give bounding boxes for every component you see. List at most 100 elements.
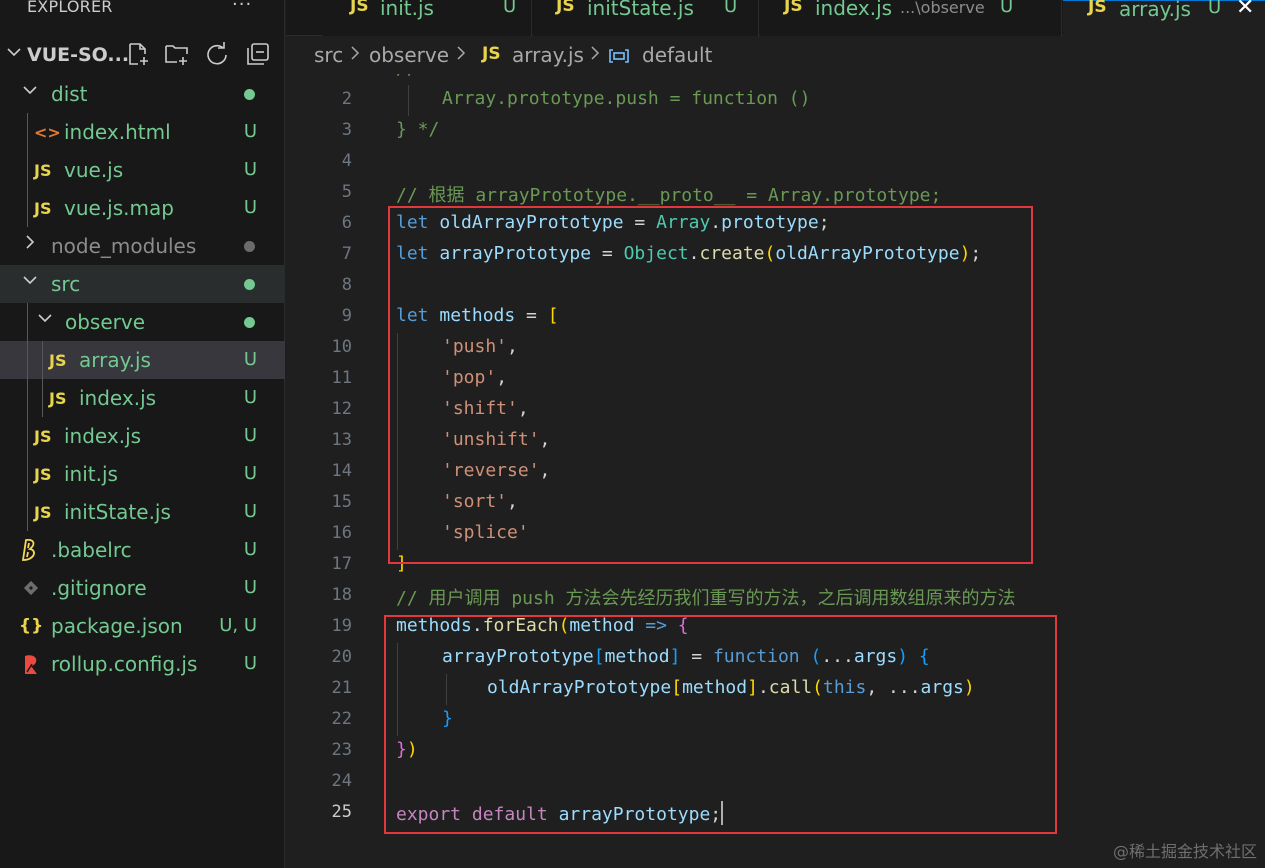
git-status-badge: U, U bbox=[219, 615, 257, 636]
git-status-badge: U bbox=[1208, 0, 1222, 18]
indent-guide bbox=[397, 426, 398, 457]
refresh-icon[interactable] bbox=[203, 40, 231, 68]
tree-item-label: dist bbox=[51, 82, 88, 106]
code-text: export default arrayPrototype; bbox=[396, 801, 724, 825]
code-line: 5 // 根据 arrayPrototype.__proto__ = Array… bbox=[286, 178, 1265, 209]
line-number: 6 bbox=[341, 213, 352, 233]
more-actions-icon[interactable]: ··· bbox=[232, 0, 252, 15]
file-vue-js[interactable]: JS vue.js U bbox=[0, 151, 285, 189]
line-number: 15 bbox=[331, 492, 352, 512]
workspace-root-label: VUE-SO... bbox=[27, 44, 130, 66]
git-status-badge: U bbox=[243, 577, 257, 598]
code-line: 22 } bbox=[286, 705, 1265, 736]
code-text: let methods = [ bbox=[396, 305, 559, 326]
code-text: // 用户调用 push 方法会先经历我们重写的方法，之后调用数组原来的方法 bbox=[396, 588, 1016, 609]
git-status-badge: U bbox=[243, 653, 257, 674]
indent-guide bbox=[27, 455, 28, 493]
git-status-badge: U bbox=[243, 197, 257, 218]
js-file-icon: JS bbox=[34, 502, 52, 522]
tab-label: index.js bbox=[815, 0, 893, 20]
chevron-right-icon bbox=[454, 41, 468, 70]
ignored-dot bbox=[244, 241, 255, 252]
workspace-root[interactable]: VUE-SO... bbox=[0, 38, 285, 72]
tree-item-label: index.js bbox=[79, 386, 157, 410]
line-number: 24 bbox=[331, 771, 352, 791]
code-line: 4 bbox=[286, 147, 1265, 178]
chevron-right-icon bbox=[22, 234, 38, 255]
code-text: oldArrayPrototype[method].call(this, ...… bbox=[487, 677, 975, 698]
tab-init-js[interactable]: JS init.js U bbox=[322, 0, 532, 36]
tree-item-label: node_modules bbox=[51, 234, 197, 258]
file-vue-js-map[interactable]: JS vue.js.map U bbox=[0, 189, 285, 227]
tree-item-label: init.js bbox=[64, 462, 118, 486]
breadcrumb-src[interactable]: src bbox=[314, 43, 343, 67]
tree-item-label: observe bbox=[65, 310, 146, 334]
code-line: 14 'reverse', bbox=[286, 457, 1265, 488]
code-line: 2 Array.prototype.push = function () bbox=[286, 85, 1265, 116]
git-status-badge: U bbox=[243, 425, 257, 446]
indent-guide bbox=[397, 395, 398, 426]
file-package-json[interactable]: {} package.json U, U bbox=[0, 607, 285, 645]
indent-guide bbox=[397, 364, 398, 395]
git-status-badge: U bbox=[724, 0, 738, 17]
tree-item-label: package.json bbox=[51, 614, 183, 638]
js-file-icon: JS bbox=[34, 426, 52, 446]
file-array-js[interactable]: JS array.js U bbox=[0, 341, 285, 379]
line-number: 4 bbox=[341, 151, 352, 171]
code-text: 'shift', bbox=[442, 398, 529, 419]
line-number: 23 bbox=[331, 740, 352, 760]
code-line: 6 let oldArrayPrototype = Array.prototyp… bbox=[286, 209, 1265, 240]
file-initstate-js[interactable]: JS initState.js U bbox=[0, 493, 285, 531]
folder-src[interactable]: src bbox=[0, 265, 285, 303]
folder-dist[interactable]: dist bbox=[0, 75, 285, 113]
indent-guide bbox=[27, 189, 28, 227]
code-line: 17 ] bbox=[286, 550, 1265, 581]
tab-label: init.js bbox=[380, 0, 434, 20]
close-icon[interactable]: ✕ bbox=[1236, 0, 1254, 20]
git-status-badge: U bbox=[243, 349, 257, 370]
git-status-badge: U bbox=[243, 501, 257, 522]
file-babelrc[interactable]: .babelrc U bbox=[0, 531, 285, 569]
folder-node-modules[interactable]: node_modules bbox=[0, 227, 285, 265]
code-line: 18 // 用户调用 push 方法会先经历我们重写的方法，之后调用数组原来的方… bbox=[286, 581, 1265, 612]
new-file-icon[interactable] bbox=[124, 40, 152, 68]
tab-observe-index-js[interactable]: JS index.js ...\observe U bbox=[760, 0, 1062, 36]
file-src-index-js[interactable]: JS index.js U bbox=[0, 417, 285, 455]
js-file-icon: JS bbox=[34, 160, 52, 180]
indent-guide bbox=[42, 341, 43, 379]
line-number: 18 bbox=[331, 585, 352, 605]
folder-observe[interactable]: observe bbox=[0, 303, 285, 341]
indent-guide bbox=[27, 303, 28, 341]
file-observe-index-js[interactable]: JS index.js U bbox=[0, 379, 285, 417]
file-init-js[interactable]: JS init.js U bbox=[0, 455, 285, 493]
chevron-down-icon bbox=[37, 310, 53, 331]
chevron-right-icon bbox=[588, 41, 602, 70]
js-file-icon: JS bbox=[350, 0, 369, 16]
code-text: 'sort', bbox=[442, 491, 518, 512]
collapse-all-icon[interactable] bbox=[244, 40, 272, 68]
file-index-html[interactable]: <> index.html U bbox=[0, 113, 285, 151]
code-text: arrayPrototype[method] = function (...ar… bbox=[442, 646, 930, 667]
file-rollup-config-js[interactable]: rollup.config.js U bbox=[0, 645, 285, 683]
file-tree: dist <> index.html U JS vue.js U JS vue.… bbox=[0, 75, 285, 683]
indent-guide bbox=[27, 341, 28, 379]
line-number: 16 bbox=[331, 523, 352, 543]
breadcrumb-default[interactable]: default bbox=[642, 43, 712, 67]
tab-initstate-js[interactable]: JS initState.js U bbox=[533, 0, 759, 36]
code-line: 11 'pop', bbox=[286, 364, 1265, 395]
code-text: 'unshift', bbox=[442, 429, 551, 450]
code-text: } bbox=[442, 708, 453, 729]
code-text: 'pop', bbox=[442, 367, 508, 388]
code-line: 15 'sort', bbox=[286, 488, 1265, 519]
chevron-down-icon[interactable] bbox=[6, 44, 22, 65]
breadcrumb-array-js[interactable]: array.js bbox=[512, 43, 584, 67]
code-editor[interactable]: 1 // ... 2 Array.prototype.push = functi… bbox=[286, 74, 1265, 868]
line-number: 19 bbox=[331, 616, 352, 636]
tab-array-js[interactable]: JS array.js U ✕ bbox=[1063, 0, 1265, 36]
file-gitignore[interactable]: .gitignore U bbox=[0, 569, 285, 607]
new-folder-icon[interactable] bbox=[163, 40, 191, 68]
code-text: // 根据 arrayPrototype.__proto__ = Array.p… bbox=[396, 185, 942, 206]
indent-guide bbox=[27, 151, 28, 189]
line-number: 7 bbox=[341, 244, 352, 264]
breadcrumb-observe[interactable]: observe bbox=[369, 43, 449, 67]
